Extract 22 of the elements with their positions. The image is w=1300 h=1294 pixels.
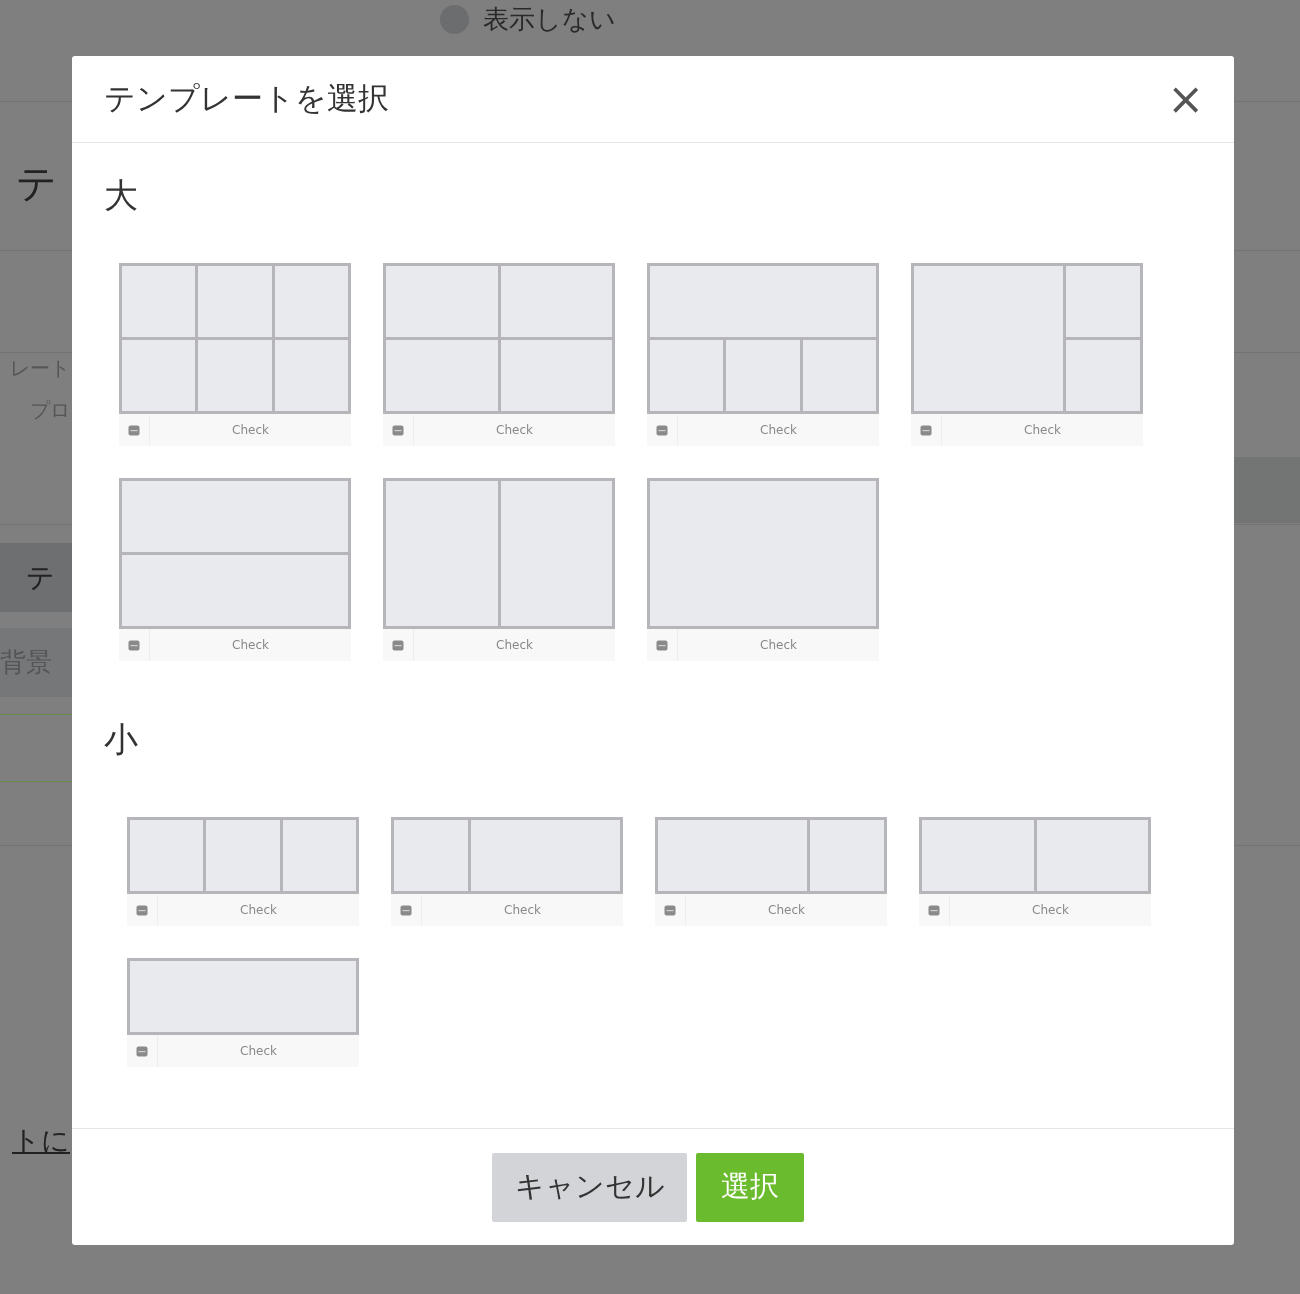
list-icon: [656, 424, 668, 436]
list-icon: [128, 639, 140, 651]
section-title: 小: [104, 718, 139, 761]
list-icon: [136, 904, 148, 916]
cancel-button[interactable]: キャンセル: [492, 1152, 687, 1222]
list-icon: [920, 424, 932, 436]
select-button[interactable]: 選択: [696, 1152, 804, 1222]
list-icon: [392, 424, 404, 436]
close-button[interactable]: ×: [1163, 77, 1208, 121]
dialog-title: テンプレートを選択: [104, 79, 389, 118]
list-icon: [392, 639, 404, 651]
list-icon: [136, 1045, 148, 1057]
tab[interactable]: テ: [0, 543, 72, 612]
list-icon: [128, 424, 140, 436]
list-icon: [656, 639, 668, 651]
list-icon: [400, 904, 412, 916]
section-title: 大: [104, 174, 139, 217]
list-icon: [928, 904, 940, 916]
list-icon: [664, 904, 676, 916]
link[interactable]: トに: [12, 1122, 70, 1160]
radio-label: 表示しない: [483, 3, 616, 36]
page-heading: テ: [16, 159, 57, 208]
